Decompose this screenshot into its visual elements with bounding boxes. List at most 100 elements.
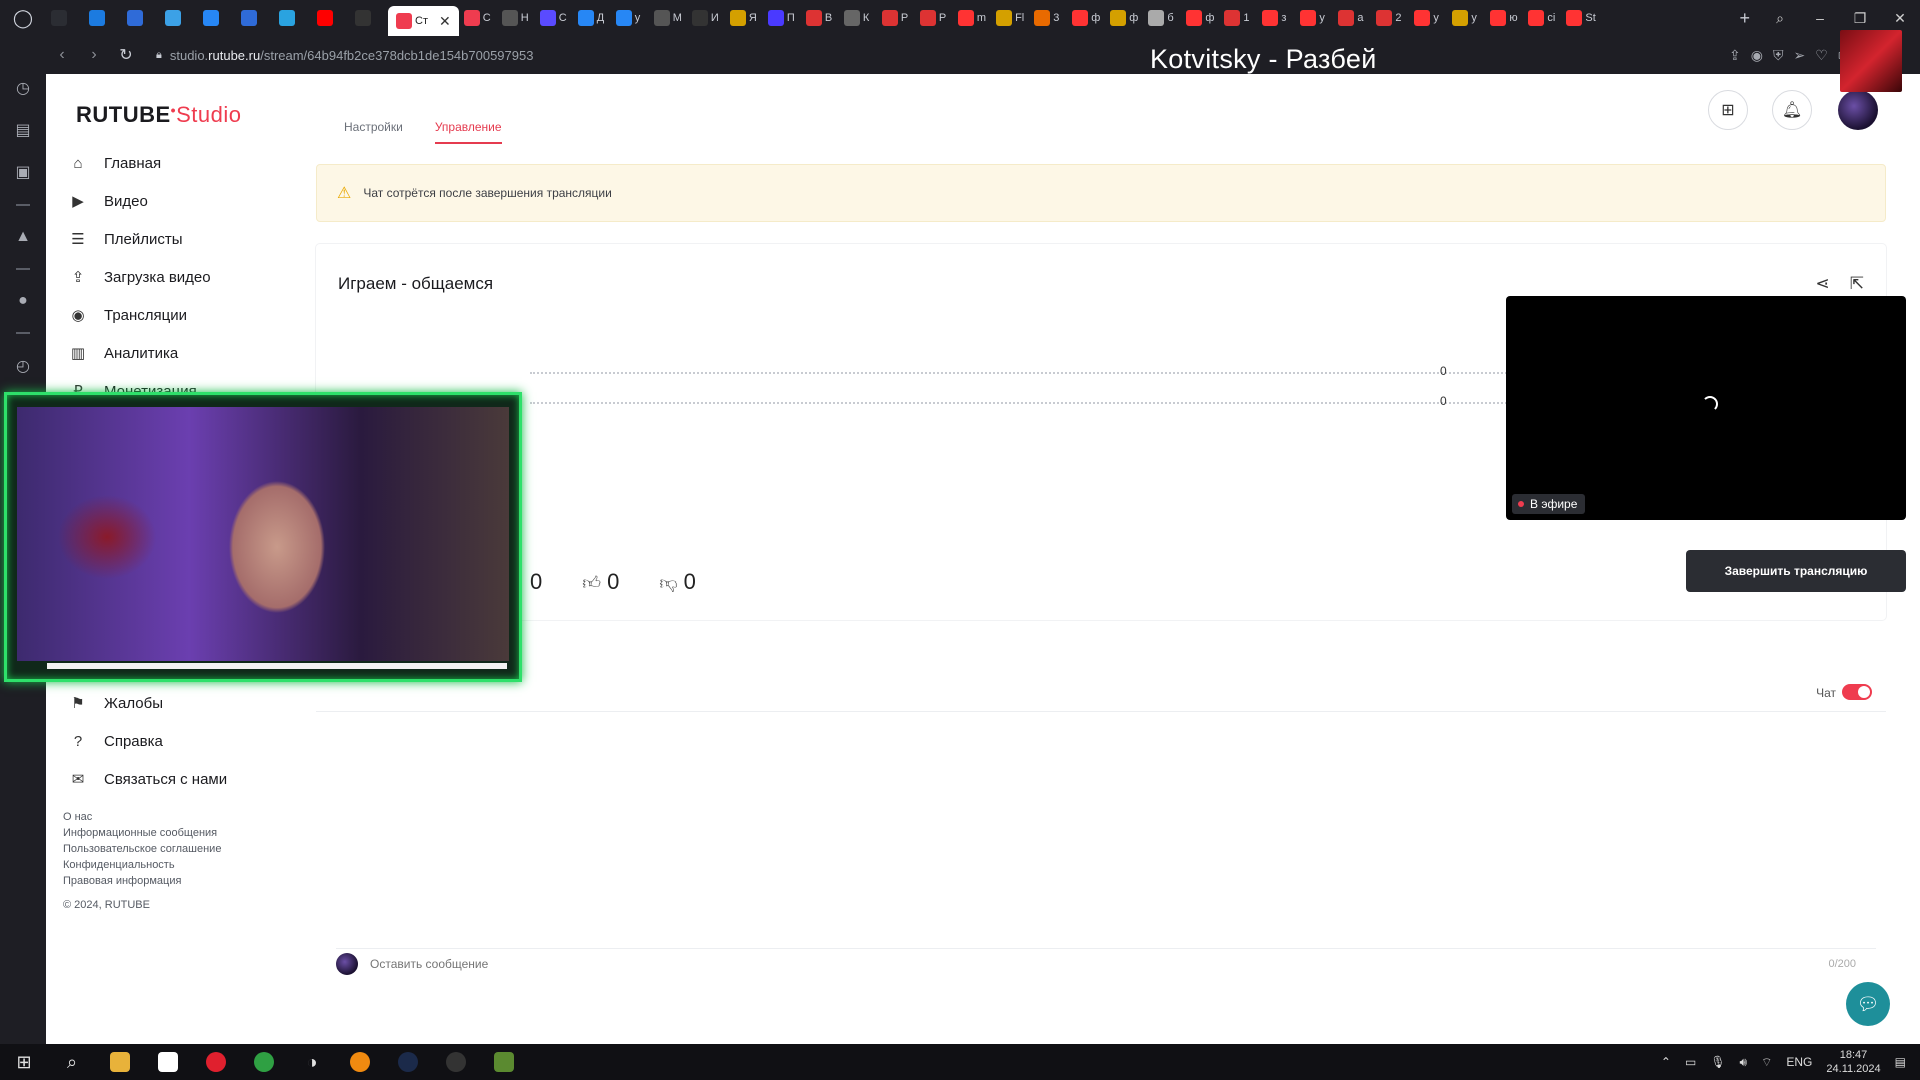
browser-tab[interactable]	[198, 3, 236, 33]
sidebar-item[interactable]: ⇪ Загрузка видео	[64, 258, 284, 296]
browser-tab[interactable]: а	[1333, 3, 1371, 33]
browser-tab[interactable]: ю	[1485, 3, 1523, 33]
browser-tab[interactable]: И	[687, 3, 725, 33]
tray-app-icon[interactable]: ▭	[1685, 1055, 1696, 1069]
create-button[interactable]: ⊞	[1708, 90, 1748, 130]
browser-tab[interactable]: ф	[1181, 3, 1219, 33]
speed-dial-icon[interactable]: ◷	[16, 78, 30, 98]
browser-tab[interactable]: сі	[1523, 3, 1561, 33]
browser-tab[interactable]: б	[1143, 3, 1181, 33]
sidebar-item[interactable]: ▶ Видео	[64, 182, 284, 220]
sidebar-item[interactable]: ☰ Плейлисты	[64, 220, 284, 258]
chat-toggle[interactable]	[1842, 684, 1872, 700]
shield-icon[interactable]: ⛨	[1773, 47, 1784, 64]
browser-tab[interactable]: К	[839, 3, 877, 33]
close-tab-icon[interactable]: ✕	[439, 13, 451, 30]
support-chat-button[interactable]: 💬︎	[1846, 982, 1890, 1026]
browser-tab[interactable]	[274, 3, 312, 33]
browser-tab[interactable]: Р	[915, 3, 953, 33]
notification-center-icon[interactable]: ▤	[1895, 1055, 1906, 1069]
tray-expand-icon[interactable]: ⌃	[1661, 1055, 1671, 1069]
browser-tab[interactable]: у	[1409, 3, 1447, 33]
clock[interactable]: 18:47 24.11.2024	[1826, 1048, 1880, 1076]
search-tabs-icon[interactable]: ⌕	[1760, 10, 1800, 27]
browser-tab[interactable]: В	[801, 3, 839, 33]
browser-tab[interactable]: 1	[1219, 3, 1257, 33]
aria-ai-icon[interactable]: ▲	[15, 228, 31, 246]
app-orange-icon[interactable]	[336, 1044, 384, 1080]
forward-button[interactable]: ›	[78, 46, 110, 64]
sidebar-item[interactable]: ⚑ Жалобы	[64, 684, 284, 722]
share-page-icon[interactable]: ⇪	[1729, 47, 1741, 64]
sidebar-item[interactable]: ◉ Трансляции	[64, 296, 284, 334]
url-field[interactable]: 🔒︎ studio.rutube.ru/stream/64b94fb2ce378…	[156, 48, 533, 63]
user-avatar[interactable]	[1838, 90, 1878, 130]
browser-tab[interactable]	[312, 3, 350, 33]
share-icon[interactable]: ⋖	[1816, 274, 1830, 294]
browser-tab[interactable]: m	[953, 3, 991, 33]
file-explorer-icon[interactable]	[96, 1044, 144, 1080]
footer-link[interactable]: Конфиденциальность	[63, 857, 221, 873]
browser-tab[interactable]: Н	[497, 3, 535, 33]
browser-tab[interactable]: з	[1257, 3, 1295, 33]
language-indicator[interactable]: ENG	[1786, 1055, 1812, 1069]
notifications-button[interactable]: 🔔︎	[1772, 90, 1812, 130]
stream-preview-player[interactable]: В эфире	[1506, 296, 1906, 520]
heart-icon[interactable]: ♡	[1815, 47, 1828, 64]
footer-link[interactable]: Правовая информация	[63, 873, 221, 889]
wifi-icon[interactable]: ⌔	[1761, 1055, 1772, 1070]
end-stream-button[interactable]: Завершить трансляцию	[1686, 550, 1906, 592]
steelseries-icon[interactable]: ◑	[288, 1044, 336, 1080]
sidebar-item[interactable]: ⌂ Главная	[64, 144, 284, 182]
send-icon[interactable]: ➢	[1793, 47, 1805, 64]
rutube-studio-logo[interactable]: RUTUBE•Studio	[76, 102, 241, 128]
steam-icon[interactable]	[384, 1044, 432, 1080]
opera-taskbar-icon[interactable]	[192, 1044, 240, 1080]
browser-tab[interactable]	[84, 3, 122, 33]
browser-tab[interactable]: П	[763, 3, 801, 33]
browser-tab[interactable]: С	[459, 3, 497, 33]
browser-tab[interactable]: у	[1295, 3, 1333, 33]
spotify-icon[interactable]: ●	[18, 292, 28, 310]
tab-management[interactable]: Управление	[434, 120, 502, 144]
browser-tab[interactable]: Я	[725, 3, 763, 33]
browser-tab[interactable]: Fl	[991, 3, 1029, 33]
browser-tab[interactable]: St	[1561, 3, 1600, 33]
browser-tab[interactable]	[350, 3, 388, 33]
store-icon[interactable]	[144, 1044, 192, 1080]
open-external-icon[interactable]: ⇱	[1850, 274, 1864, 294]
reload-button[interactable]: ↻	[110, 45, 142, 65]
obs-icon[interactable]	[432, 1044, 480, 1080]
browser-tab[interactable]	[122, 3, 160, 33]
footer-link[interactable]: Информационные сообщения	[63, 825, 221, 841]
browser-tab[interactable]: 2	[1371, 3, 1409, 33]
browser-tab[interactable]: ф	[1067, 3, 1105, 33]
sidebar-item[interactable]: ? Справка	[64, 722, 284, 760]
camera-icon[interactable]: ◉	[1751, 47, 1763, 64]
footer-link[interactable]: Пользовательское соглашение	[63, 841, 221, 857]
browser-tab[interactable]: у	[611, 3, 649, 33]
minimize-button[interactable]: –	[1800, 10, 1840, 26]
minecraft-icon[interactable]	[480, 1044, 528, 1080]
chat-message-input[interactable]	[370, 956, 1817, 971]
browser-tab[interactable]	[46, 3, 84, 33]
close-window-button[interactable]: ✕	[1880, 10, 1920, 27]
browser-tab[interactable]: ф	[1105, 3, 1143, 33]
browser-tab[interactable]: М	[649, 3, 687, 33]
history-icon[interactable]: ◴	[16, 356, 30, 376]
aria-icon[interactable]: ▣	[15, 162, 30, 182]
tab-settings[interactable]: Настройки	[344, 120, 403, 144]
search-icon[interactable]: ⌕	[48, 1044, 96, 1080]
footer-link[interactable]: О нас	[63, 809, 221, 825]
sidebar-item[interactable]: ▥ Аналитика	[64, 334, 284, 372]
browser-tab[interactable]: у	[1447, 3, 1485, 33]
bag-icon[interactable]: ▤	[15, 120, 30, 140]
xbox-icon[interactable]	[240, 1044, 288, 1080]
browser-tab[interactable]: Ст ✕	[388, 6, 459, 36]
new-tab-button[interactable]: +	[1729, 8, 1760, 29]
windows-start-icon[interactable]: ⊞	[0, 1044, 48, 1080]
browser-tab[interactable]	[236, 3, 274, 33]
speaker-icon[interactable]: 🔊︎	[1740, 1055, 1748, 1070]
maximize-button[interactable]: ❐	[1840, 10, 1880, 27]
back-button[interactable]: ‹	[46, 46, 78, 64]
